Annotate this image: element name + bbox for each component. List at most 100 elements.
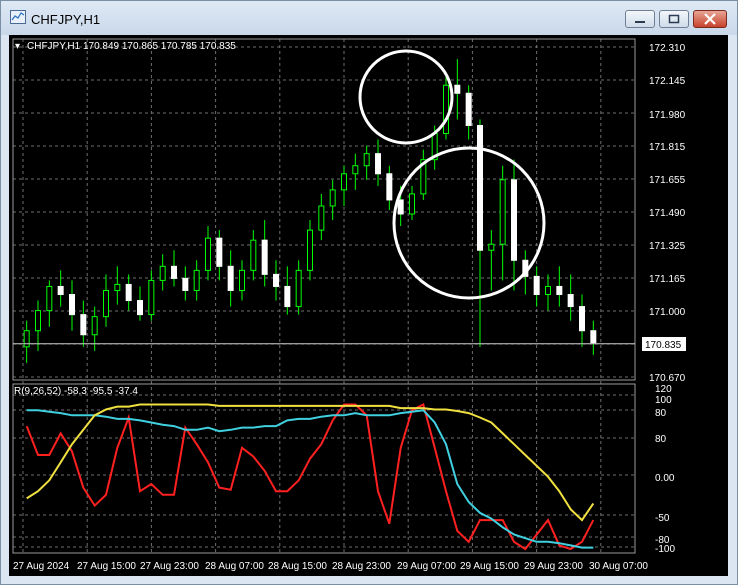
price-tick: 171.000 (649, 307, 686, 318)
candle-body (375, 153, 381, 175)
candle-body (35, 310, 41, 332)
indicator-tick: 120 (655, 384, 672, 395)
price-tick: 171.165 (649, 274, 686, 285)
indicator-header: R(9,26,52) -58.3 -95.5 -37.4 (14, 386, 138, 397)
x-axis-label: 27 Aug 15:00 (77, 561, 136, 572)
indicator-tick: 80 (655, 408, 667, 419)
candle-body (295, 269, 302, 308)
indicator-tick: -100 (655, 544, 675, 555)
candle-body (125, 283, 132, 302)
candle-body (137, 300, 143, 316)
price-tick: 171.815 (649, 142, 686, 153)
x-axis-label: 29 Aug 23:00 (524, 561, 583, 572)
candle-body (579, 306, 585, 332)
indicator-line-2 (26, 409, 594, 549)
candle-body (443, 84, 449, 135)
x-axis-label: 29 Aug 07:00 (397, 561, 456, 572)
indicator-tick: 80 (655, 434, 667, 445)
candle-body (91, 316, 98, 336)
candle-body (533, 275, 540, 295)
chart-canvas[interactable]: ▾ CHFJPY,H1 170.849 170.865 170.785 170.… (9, 35, 728, 576)
indicator-tick: 100 (655, 395, 672, 406)
candle-body (341, 173, 347, 191)
x-axis-label: 28 Aug 23:00 (332, 561, 391, 572)
indicator-line-1 (25, 403, 595, 551)
candle-body (363, 153, 370, 167)
candle-body (590, 330, 597, 344)
price-tick: 170.670 (649, 373, 686, 384)
price-tick: 171.980 (649, 110, 686, 121)
candle-body (57, 285, 64, 295)
candle-body (556, 285, 563, 295)
candle-body (205, 237, 211, 271)
indicator-lines (25, 403, 595, 551)
candle-body (386, 173, 393, 201)
x-axis-label: 29 Aug 15:00 (460, 561, 519, 572)
minimize-button[interactable] (625, 10, 655, 28)
candle-body (171, 265, 177, 279)
candle-body (69, 294, 75, 316)
candle-body (511, 179, 517, 261)
candle-body (182, 277, 189, 291)
maximize-button[interactable] (659, 10, 689, 28)
candle-body (250, 239, 257, 271)
close-button[interactable] (693, 10, 727, 28)
candle-body (159, 265, 166, 281)
indicator-axis: 120 100 80 80 0.00 -50 -80 -100 (655, 384, 675, 555)
candle-body (488, 243, 495, 251)
indicator-line-3 (26, 403, 595, 522)
x-axis-label: 27 Aug 2024 (13, 561, 70, 572)
candle-body (114, 283, 121, 291)
candle-body (545, 285, 551, 295)
candle-body (23, 330, 30, 348)
price-tick: 171.655 (649, 175, 686, 186)
x-axis: 27 Aug 2024 27 Aug 15:00 27 Aug 23:00 28… (13, 561, 648, 572)
price-tick: 171.490 (649, 208, 686, 219)
candle-body (284, 285, 291, 308)
price-axis: 172.310 172.145 171.980 171.815 171.655 … (649, 43, 686, 384)
x-axis-label: 30 Aug 07:00 (589, 561, 648, 572)
candle-body (465, 92, 472, 126)
candle-body (352, 165, 359, 175)
annotation-circle (392, 146, 546, 300)
candle-body (454, 84, 461, 94)
candle-body (216, 237, 223, 267)
minimize-icon (635, 21, 645, 23)
restore-icon (668, 14, 680, 24)
candle-body (80, 314, 87, 336)
candle-body (148, 279, 155, 316)
title-bar[interactable]: CHFJPY,H1 (1, 1, 737, 35)
price-tick: 171.325 (649, 241, 686, 252)
candle-body (261, 239, 268, 275)
candle-body (318, 205, 325, 231)
candle-body (193, 269, 200, 291)
candle-body (397, 199, 404, 215)
candle-body (239, 269, 245, 291)
x-axis-label: 28 Aug 15:00 (268, 561, 327, 572)
x-axis-label: 28 Aug 07:00 (205, 561, 264, 572)
current-price-label: 170.835 (645, 340, 682, 351)
candle-body (46, 285, 53, 312)
candle-body (103, 289, 109, 318)
dropdown-triangle-icon[interactable]: ▾ (15, 41, 20, 52)
main-chart-header: CHFJPY,H1 170.849 170.865 170.785 170.83… (27, 41, 236, 52)
price-tick: 172.310 (649, 43, 686, 54)
chart-window-icon (10, 10, 26, 24)
candle-body (307, 229, 313, 271)
candle-body (329, 189, 336, 207)
indicator-tick: 0.00 (655, 473, 675, 484)
close-icon (704, 13, 716, 25)
indicator-tick: -50 (655, 513, 670, 524)
candle-body (567, 294, 574, 308)
chart-area[interactable]: ▾ CHFJPY,H1 170.849 170.865 170.785 170.… (9, 35, 728, 576)
candlestick-series (23, 59, 597, 363)
candle-body (273, 273, 279, 287)
chart-window: CHFJPY,H1 ▾ CHFJPY,H1 170.849 170.865 17… (0, 0, 738, 585)
candle-body (477, 124, 483, 251)
candle-body (499, 179, 506, 245)
window-title: CHFJPY,H1 (31, 12, 101, 27)
candle-body (409, 193, 415, 215)
price-tick: 172.145 (649, 76, 686, 87)
candle-body (227, 265, 234, 291)
x-axis-label: 27 Aug 23:00 (140, 561, 199, 572)
